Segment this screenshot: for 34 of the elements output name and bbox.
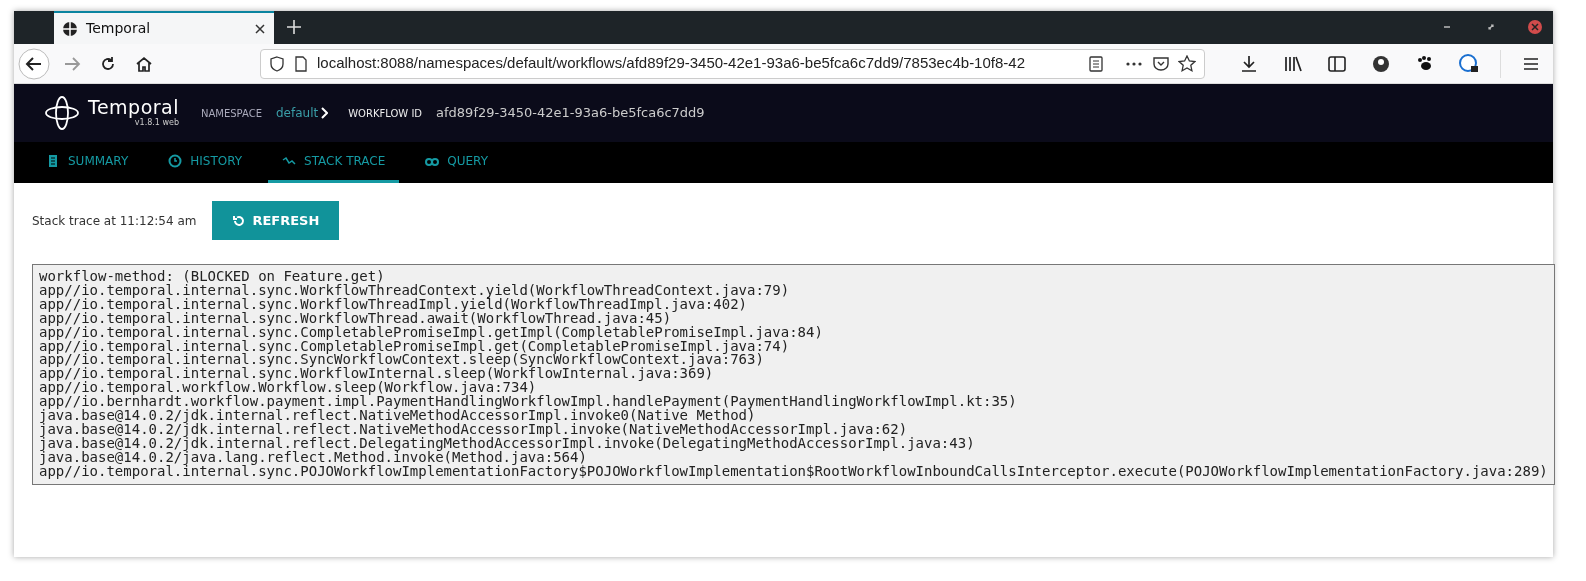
nav-tab[interactable]: SUMMARY	[32, 142, 143, 183]
pocket-icon[interactable]	[1152, 55, 1170, 72]
workflow-id: afd89f29-3450-42e1-93a6-be5fca6c7dd9	[436, 104, 705, 123]
download-icon[interactable]	[1239, 53, 1259, 74]
nav-tab[interactable]: QUERY	[411, 142, 502, 183]
globe-icon	[62, 20, 78, 37]
reader-view-icon[interactable]	[1088, 55, 1104, 72]
maximize-icon[interactable]	[1485, 21, 1497, 33]
version-text: v1.8.1 web	[134, 117, 179, 129]
browser-tab[interactable]: Temporal	[54, 11, 274, 44]
timestamp-text: Stack trace at 11:12:54 am	[32, 212, 197, 230]
workflow-id-label: WORKFLOW ID	[348, 106, 423, 121]
address-bar[interactable]: localhost:8088/namespaces/default/workflows/afd89f29-3450-42e1-93a6-be5fca6c7dd9/7853ec4b-10f8-42	[260, 48, 1205, 79]
document-icon	[46, 154, 60, 168]
clock-icon	[168, 154, 183, 168]
app-logo-text: Temporal	[88, 97, 179, 117]
chevron-right-icon	[320, 107, 329, 119]
temporal-logo-icon	[44, 95, 80, 131]
url-text: localhost:8088/namespaces/default/workflows/afd89f29-3450-42e1-93a6-be5fca6c7dd9/7853ec4b-10f8-42	[317, 53, 1026, 74]
refresh-button[interactable]: REFRESH	[212, 201, 340, 240]
shield-icon	[269, 55, 285, 72]
page-icon	[293, 55, 309, 72]
sidebar-icon[interactable]	[1327, 53, 1347, 74]
close-icon[interactable]	[254, 22, 266, 35]
stack-trace-text: workflow-method: (BLOCKED on Feature.get) app//io.temporal.internal.sync.WorkflowThreadContext.yield(WorkflowThreadContext.java:79) app//io.temporal.internal.sync.WorkflowThreadImpl.yield(WorkflowThreadImpl.java:402) app//io.temporal.internal.sync.WorkflowThread.await(WorkflowThread.java:45) app//io.temporal.internal.sync.CompletablePromiseImpl.getImpl(CompletablePromiseImpl.java:84) app//io.temporal.internal.sync.CompletablePromiseImpl.get(CompletablePromiseImpl.java:74) app//io.temporal.internal.sync.SyncWorkflowContext.sleep(SyncWorkflowContext.java:763) app//io.temporal.internal.sync.WorkflowInternal.sleep(WorkflowInternal.java:369) app//io.temporal.workflow.Workflow.sleep(Workflow.java:734) app//io.bernhardt.workflow.payment.impl.PaymentHandlingWorkflowImpl.handlePayment(PaymentHandlingWorkflowImpl.kt:35) java.base@14.0.2/jdk.internal.reflect.NativeMethodAccessorImpl.invoke0(Native Method) java.base@14.0.2/jdk.internal.reflect.NativeMethodAccessorImpl.invoke(NativeMethodAccessorImpl.java:62) java.base@14.0.2/jdk.internal.reflect.DelegatingMethodAccessorImpl.invoke(DelegatingMethodAccessorImpl.java:43) java.base@14.0.2/java.lang.reflect.Method.invoke(Method.java:564) app//io.temporal.internal.sync.POJOWorkflowImplementationFactory$POJOWorkflowImplementation$RootWorkflowInboundCallsInterceptor.execute(POJOWorkflowImplementationFactory.java:289)	[32, 264, 1555, 485]
refresh-icon	[232, 213, 247, 228]
back-icon[interactable]	[18, 47, 50, 80]
account-icon[interactable]	[1371, 53, 1391, 74]
star-icon[interactable]	[1178, 54, 1196, 73]
namespace-label: NAMESPACE	[201, 106, 262, 121]
nav-tab[interactable]: STACK TRACE	[268, 142, 400, 183]
plus-icon[interactable]	[286, 19, 302, 35]
namespace-link[interactable]: default	[276, 104, 319, 122]
nav-tab[interactable]: HISTORY	[154, 142, 257, 183]
